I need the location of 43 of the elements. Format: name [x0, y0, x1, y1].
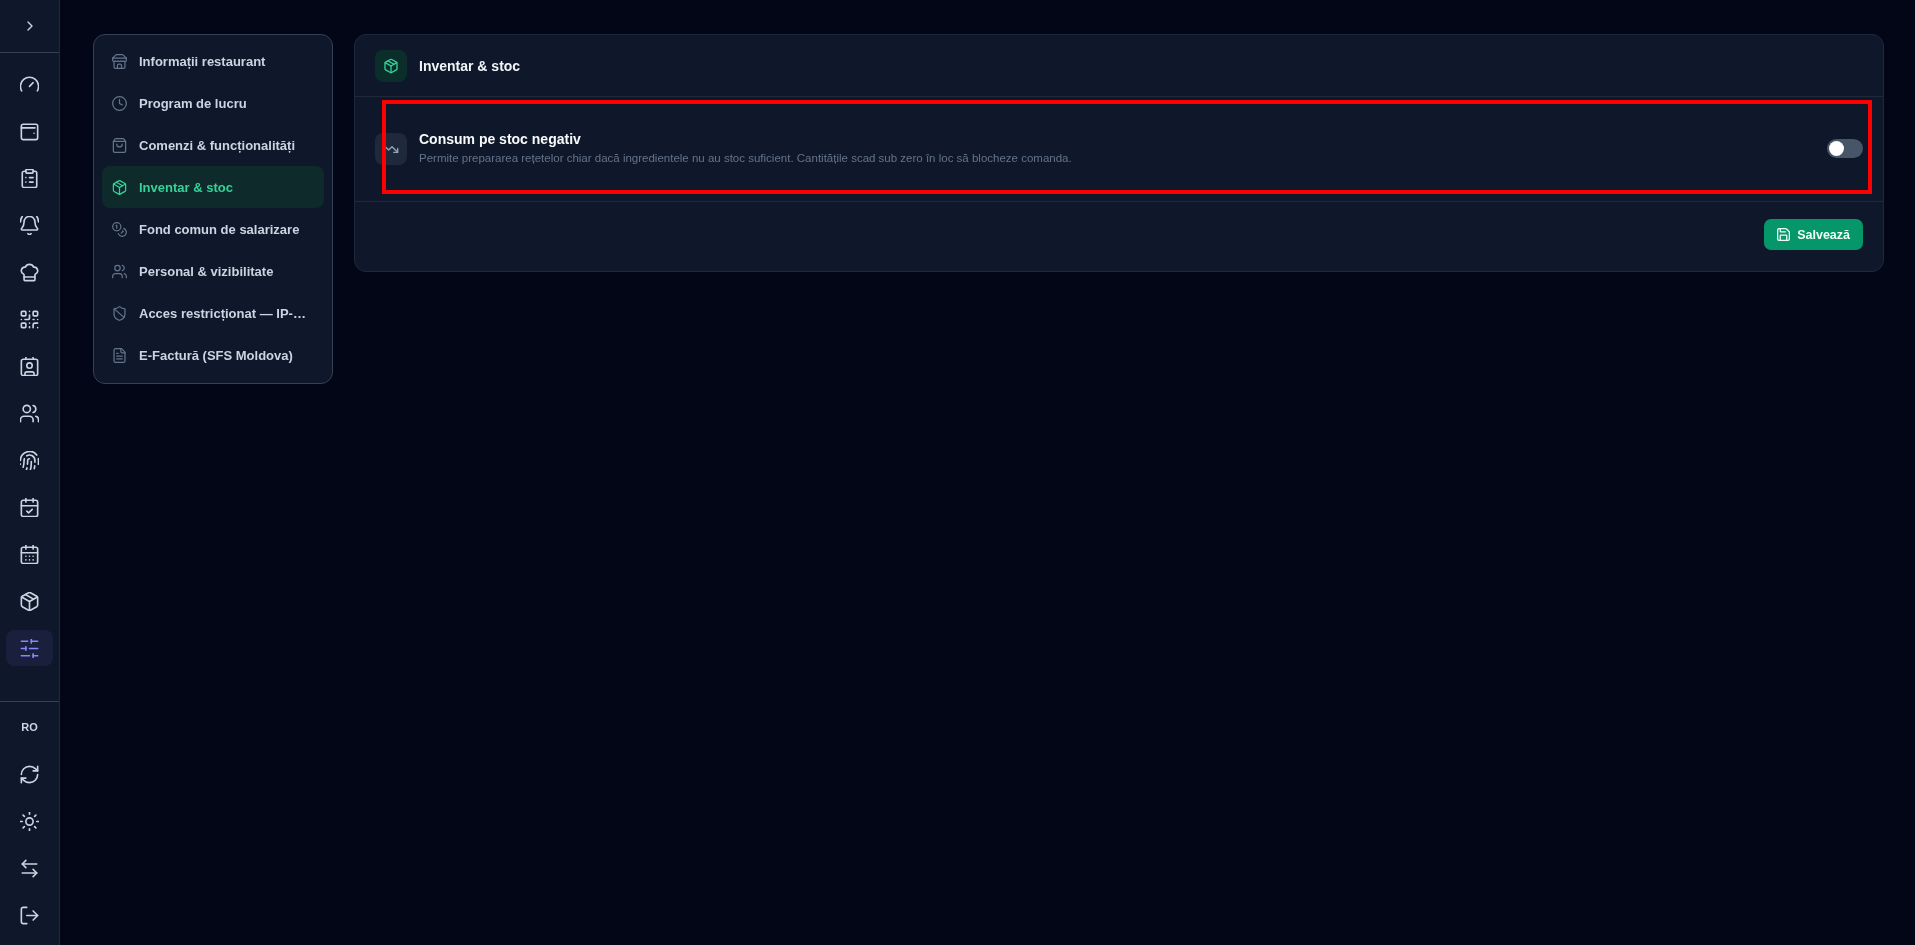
- settings-nav-item[interactable]: Acces restricționat — IP-…: [102, 292, 324, 334]
- panel-title: Inventar & stoc: [419, 57, 521, 74]
- settings-nav-item[interactable]: Comenzi & funcționalități: [102, 124, 324, 166]
- bell-icon: [20, 215, 39, 235]
- shield-icon: [112, 305, 127, 321]
- clipboard-list-icon: [20, 168, 39, 188]
- toggle-switch[interactable]: [1827, 139, 1863, 158]
- package-icon: [112, 179, 127, 195]
- contact-card-icon: [20, 356, 39, 376]
- shopping-bag-icon: [112, 137, 127, 153]
- save-button[interactable]: Salvează: [1764, 219, 1863, 250]
- sliders-icon: [20, 638, 39, 658]
- users-icon: [112, 263, 127, 279]
- settings-nav-item[interactable]: Fond comun de salarizare: [102, 208, 324, 250]
- settings-nav-item[interactable]: E-Factură (SFS Moldova): [102, 334, 324, 376]
- coins-icon: [112, 221, 127, 237]
- settings-nav-item[interactable]: Program de lucru: [102, 82, 324, 124]
- qr-code-icon: [20, 309, 39, 329]
- language-button[interactable]: RO: [6, 709, 53, 745]
- gauge-icon: [20, 74, 39, 94]
- chevron-right-icon: [25, 21, 34, 31]
- save-icon: [1777, 228, 1791, 241]
- settings-nav-item[interactable]: Personal & vizibilitate: [102, 250, 324, 292]
- calendar-icon: [20, 544, 39, 564]
- setting-title: Consum pe stoc negativ: [419, 131, 581, 147]
- fingerprint-icon: [20, 450, 39, 470]
- refresh-icon: [20, 764, 39, 784]
- clock-icon: [112, 95, 127, 111]
- settings-nav-item[interactable]: Informații restaurant: [102, 40, 324, 82]
- store-icon: [112, 53, 127, 69]
- chef-hat-icon: [20, 262, 39, 282]
- users-icon: [20, 403, 39, 423]
- sun-icon: [20, 811, 39, 831]
- settings-nav-item[interactable]: Inventar & stoc: [102, 166, 324, 208]
- calendar-check-icon: [20, 497, 39, 517]
- rail-nav-button[interactable]: [6, 630, 53, 666]
- logout-icon: [20, 905, 39, 925]
- wallet-icon: [20, 121, 39, 141]
- document-icon: [112, 347, 127, 363]
- package-icon: [20, 591, 39, 611]
- package-icon: [375, 49, 407, 82]
- setting-description: Permite prepararea rețetelor chiar dacă ingredientele nu au stoc suficient. Cantitățile scad sub zero în loc să blocheze comanda.: [419, 152, 1072, 164]
- arrows-left-right-icon: [20, 858, 39, 878]
